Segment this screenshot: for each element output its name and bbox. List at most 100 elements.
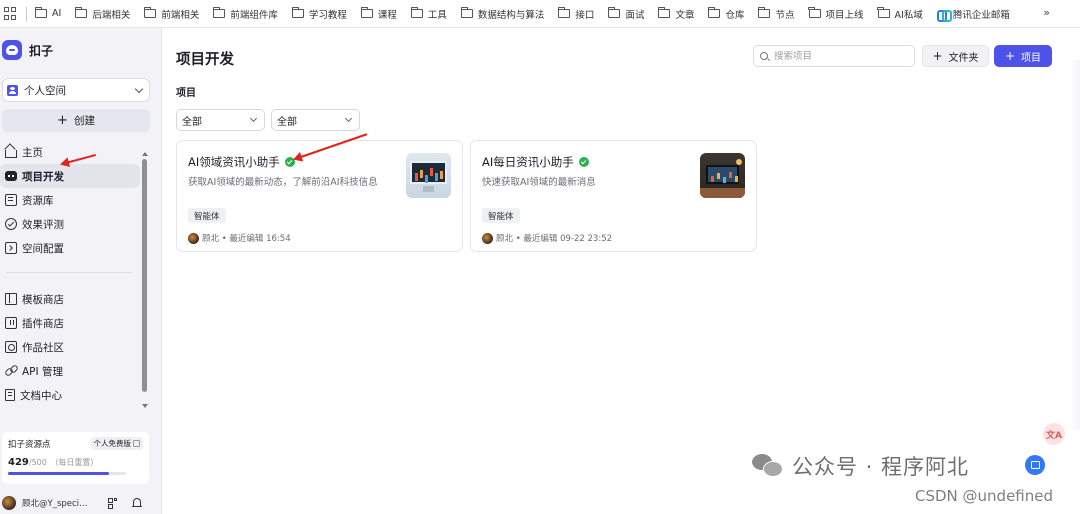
- bookmark-folder[interactable]: 仓库: [708, 7, 744, 21]
- bookmark-folder[interactable]: 前端组件库: [213, 7, 278, 21]
- resource-points-panel[interactable]: 扣子资源点 个人免费版 429/500 （每日重置）: [2, 432, 149, 484]
- folder-icon: [460, 7, 473, 18]
- project-icon: [5, 171, 17, 181]
- user-space-icon: [7, 84, 18, 96]
- page-title: 项目开发: [176, 52, 234, 68]
- bookmarks-overflow-button[interactable]: »: [1043, 6, 1050, 19]
- project-card-meta: 顾北 • 最近编辑 16:54: [188, 232, 291, 244]
- search-box[interactable]: [753, 45, 915, 67]
- bookmarks-divider: [26, 6, 27, 21]
- space-select[interactable]: 个人空间: [2, 78, 150, 102]
- link-icon: [5, 365, 17, 377]
- project-card-meta: 顾北 • 最近编辑 09-22 23:52: [482, 232, 612, 244]
- bookmark-tencent-mail[interactable]: 腾讯企业邮箱: [936, 7, 1010, 22]
- chevron-down-icon: [249, 114, 258, 123]
- brand[interactable]: 扣子: [0, 28, 161, 72]
- folder-icon: [410, 7, 423, 18]
- resource-points-value: 429/500 （每日重置）: [8, 457, 99, 468]
- folder-icon: [658, 7, 671, 18]
- translate-icon[interactable]: 文A: [1043, 423, 1065, 445]
- evaluation-icon: [5, 218, 17, 230]
- bookmark-folder[interactable]: 接口: [558, 7, 594, 21]
- scroll-down-arrow-icon[interactable]: [142, 404, 148, 408]
- bookmark-folder[interactable]: 后端相关: [75, 7, 130, 21]
- create-button[interactable]: + 创建: [2, 109, 150, 132]
- community-icon: [5, 341, 17, 353]
- qr-code-icon[interactable]: [108, 498, 118, 509]
- sidebar-item-api[interactable]: API 管理: [0, 359, 140, 383]
- section-label: 项目: [176, 88, 196, 99]
- new-folder-button[interactable]: + 文件夹: [922, 45, 989, 67]
- bookmark-folder[interactable]: 课程: [360, 7, 397, 21]
- home-icon: [5, 150, 17, 158]
- scrollbar-thumb[interactable]: [142, 159, 147, 392]
- avatar: [188, 232, 199, 244]
- feedback-icon[interactable]: [1025, 455, 1045, 475]
- space-settings-icon: [5, 242, 17, 254]
- bookmark-folder[interactable]: 工具: [410, 7, 447, 21]
- search-icon: [760, 52, 768, 60]
- new-project-button[interactable]: + 项目: [994, 45, 1052, 67]
- sidebar-item-library[interactable]: 资源库: [0, 188, 140, 212]
- sidebar-item-space-settings[interactable]: 空间配置: [0, 236, 140, 260]
- bookmark-folder[interactable]: 项目上线: [808, 7, 864, 21]
- sidebar-item-plugin-store[interactable]: 插件商店: [0, 311, 140, 335]
- project-card-description: 获取AI领域的最新动态，了解前沿AI科技信息: [188, 177, 378, 188]
- plan-badge[interactable]: 个人免费版: [90, 437, 143, 450]
- bookmarks-bar: AI 后端相关 前端相关 前端组件库 学习教程 课程 工具 数据结构与算法 接口…: [0, 0, 1080, 28]
- main-content: 项目开发 +文件夹 +项目 项目 全部 全部 AI领域资讯小助手 获取AI领域的…: [162, 28, 1080, 514]
- plus-icon: +: [1004, 49, 1016, 63]
- bookmark-folder[interactable]: 文章: [658, 7, 694, 21]
- bookmark-folder[interactable]: 面试: [608, 7, 644, 21]
- plugin-icon: [5, 317, 17, 329]
- user-name[interactable]: 顾北@Y_speci…: [22, 497, 88, 509]
- filter-creator-select[interactable]: 全部: [271, 109, 360, 131]
- project-card[interactable]: AI领域资讯小助手 获取AI领域的最新动态，了解前沿AI科技信息 智能体 顾北 …: [176, 140, 463, 252]
- csdn-watermark: CSDN @undefined: [915, 487, 1054, 505]
- space-select-value: 个人空间: [24, 84, 66, 97]
- search-input[interactable]: [774, 50, 904, 62]
- project-card-description: 快速获取AI领域的最新消息: [482, 177, 596, 188]
- folder-icon: [558, 7, 571, 18]
- folder-icon: [360, 7, 373, 18]
- apps-grid-icon[interactable]: [4, 6, 18, 21]
- project-card-tag: 智能体: [482, 208, 520, 223]
- project-thumbnail-image: [700, 153, 745, 198]
- scroll-up-arrow-icon[interactable]: [142, 152, 148, 156]
- sidebar-item-evaluation[interactable]: 效果评测: [0, 212, 140, 236]
- project-card[interactable]: AI每日资讯小助手 快速获取AI领域的最新消息 智能体 顾北 • 最近编辑 09…: [470, 140, 757, 252]
- folder-icon: [708, 7, 721, 18]
- folder-icon: [144, 7, 157, 18]
- folder-icon: [34, 7, 47, 18]
- bell-icon[interactable]: [132, 497, 142, 509]
- sidebar-scrollbar[interactable]: [141, 152, 149, 414]
- resource-points-title: 扣子资源点: [8, 439, 51, 450]
- folder-icon: [75, 7, 88, 18]
- coze-logo-icon: [2, 40, 22, 60]
- sidebar-item-projects[interactable]: 项目开发: [0, 164, 140, 188]
- bookmark-folder[interactable]: AI: [34, 7, 61, 19]
- chevron-down-icon: [344, 114, 353, 123]
- bookmark-folder[interactable]: 数据结构与算法: [460, 7, 544, 21]
- verified-check-icon: [578, 157, 589, 167]
- avatar[interactable]: [2, 496, 16, 510]
- folder-icon: [877, 7, 890, 18]
- bookmark-folder[interactable]: AI私域: [877, 7, 923, 21]
- sidebar-item-community[interactable]: 作品社区: [0, 335, 140, 359]
- filter-type-select[interactable]: 全部: [176, 109, 265, 131]
- bookmark-folder[interactable]: 前端相关: [144, 7, 199, 21]
- folder-icon: [758, 7, 771, 18]
- sidebar-item-template-store[interactable]: 模板商店: [0, 287, 140, 311]
- sidebar-nav: 主页 项目开发 资源库 效果评测 空间配置 模板商店 插件商店 作品社区 API…: [0, 140, 140, 407]
- page-edge-shadow: [1070, 60, 1080, 430]
- user-row: 顾北@Y_speci…: [0, 494, 160, 512]
- folder-icon: [608, 7, 621, 18]
- bookmark-folder[interactable]: 节点: [758, 7, 795, 21]
- library-icon: [5, 194, 17, 206]
- upgrade-icon: [133, 440, 140, 447]
- project-thumbnail-image: [406, 153, 451, 198]
- plus-icon: +: [932, 49, 943, 63]
- bookmark-folder[interactable]: 学习教程: [291, 7, 347, 21]
- sidebar-item-docs[interactable]: 文档中心: [0, 383, 140, 407]
- plus-icon: +: [57, 113, 68, 128]
